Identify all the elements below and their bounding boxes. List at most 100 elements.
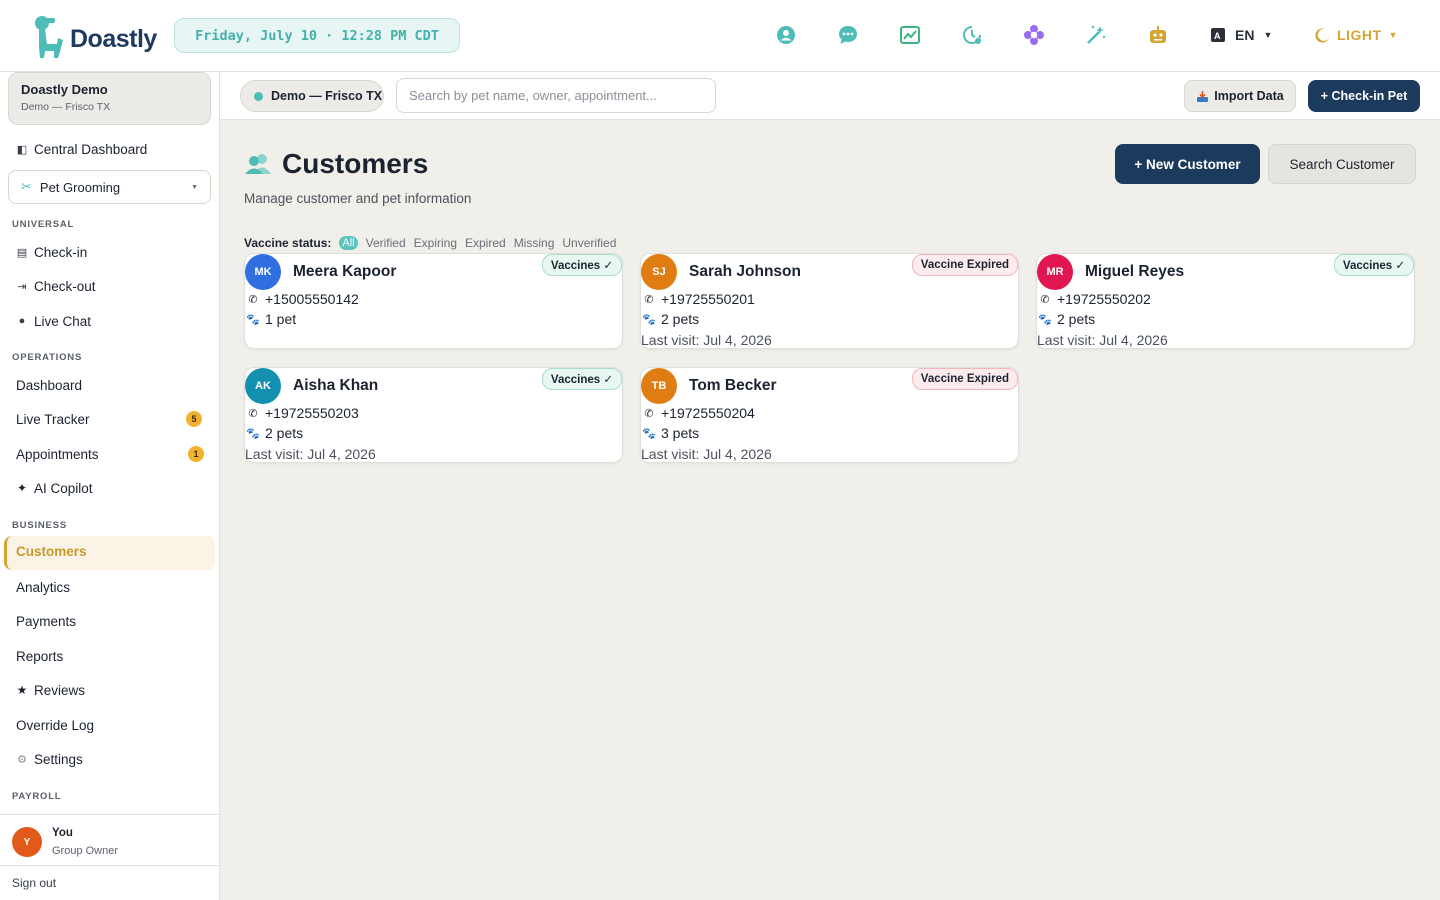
vaccine-filter-unverified[interactable]: Unverified bbox=[562, 236, 616, 250]
clock-icon[interactable] bbox=[960, 23, 984, 47]
chevron-down-icon: ▼ bbox=[1388, 30, 1398, 40]
user-name: You bbox=[52, 827, 73, 839]
sidebar-item-ai-copilot[interactable]: ✦ AI Copilot bbox=[16, 476, 93, 500]
inbox-icon bbox=[1197, 90, 1209, 102]
global-search-input[interactable] bbox=[396, 78, 716, 113]
vaccine-status-badge: Vaccine Expired bbox=[911, 254, 1018, 276]
chat-icon[interactable] bbox=[836, 23, 860, 47]
sidebar-item-label: Settings bbox=[34, 751, 83, 767]
org-card[interactable]: Doastly Demo Demo — Frisco TX bbox=[8, 72, 211, 125]
customer-phone-row: ✆ +15005550142 bbox=[247, 291, 358, 307]
section-label-payroll: PAYROLL bbox=[12, 791, 62, 802]
sidebar-item-label: Analytics bbox=[16, 579, 71, 595]
sidebar-item-label: Check-out bbox=[34, 278, 96, 294]
sign-out-link[interactable]: Sign out bbox=[12, 876, 56, 890]
sidebar: Doastly Demo Demo — Frisco TX ◧ Central … bbox=[0, 72, 220, 900]
sidebar-item-label: Reports bbox=[16, 648, 64, 664]
language-label: EN bbox=[1235, 27, 1255, 43]
flower-icon[interactable] bbox=[1022, 23, 1046, 47]
user-profile[interactable]: Y You Group Owner bbox=[0, 814, 219, 866]
chevron-down-icon: ▼ bbox=[191, 183, 198, 191]
location-selector[interactable]: Demo — Frisco TX bbox=[240, 80, 384, 112]
avatar: TB bbox=[641, 368, 677, 404]
sidebar-item-label: Check-in bbox=[34, 244, 88, 260]
sidebar-item-payments[interactable]: Payments bbox=[16, 609, 76, 633]
customer-phone: +19725550202 bbox=[1057, 291, 1151, 307]
vaccine-filter-expired[interactable]: Expired bbox=[465, 236, 506, 250]
sidebar-item-analytics[interactable]: Analytics bbox=[16, 575, 70, 599]
sidebar-item-settings[interactable]: ⚙ Settings bbox=[16, 747, 83, 771]
customer-card[interactable]: MR Miguel Reyes Vaccines ✓ ✆ +19725550202… bbox=[1036, 253, 1415, 349]
svg-text:A: A bbox=[1214, 31, 1221, 41]
vaccine-filter-missing[interactable]: Missing bbox=[514, 236, 555, 250]
customer-card[interactable]: SJ Sarah Johnson Vaccine Expired ✆ +19725… bbox=[640, 253, 1019, 349]
sparkle-icon: ✦ bbox=[16, 481, 28, 495]
customer-name: Aisha Khan bbox=[293, 377, 379, 394]
customer-phone-row: ✆ +19725550202 bbox=[1039, 291, 1151, 307]
dashboard-icon: ◧ bbox=[16, 143, 28, 156]
search-customer-button[interactable]: Search Customer bbox=[1268, 144, 1416, 184]
support-icon[interactable] bbox=[774, 23, 798, 47]
theme-selector[interactable]: LIGHT ▼ bbox=[1314, 24, 1398, 46]
app-logo[interactable]: Doastly bbox=[30, 14, 157, 58]
customer-pets: 3 pets bbox=[661, 425, 700, 441]
sidebar-item-customers[interactable]: Customers bbox=[16, 544, 87, 559]
customer-pets-row: 🐾 3 pets bbox=[642, 425, 700, 441]
customer-phone: +19725550204 bbox=[661, 405, 755, 421]
vaccine-filter-label: Vaccine status: bbox=[244, 236, 332, 250]
customer-card[interactable]: AK Aisha Khan Vaccines ✓ ✆ +19725550203 🐾… bbox=[244, 367, 623, 463]
new-customer-button[interactable]: + New Customer bbox=[1115, 144, 1260, 184]
avatar: Y bbox=[12, 827, 42, 857]
customer-pets-row: 🐾 2 pets bbox=[246, 425, 304, 441]
sidebar-item-dashboard[interactable]: Dashboard bbox=[16, 373, 82, 397]
dog-logo-icon bbox=[35, 16, 63, 58]
sidebar-item-checkin[interactable]: ▤ Check-in bbox=[16, 240, 87, 264]
language-selector[interactable]: A EN ▼ bbox=[1210, 24, 1272, 46]
import-data-label: Import Data bbox=[1214, 89, 1284, 103]
section-label-operations: OPERATIONS bbox=[12, 352, 83, 363]
sidebar-item-checkout[interactable]: ⇥ Check-out bbox=[16, 274, 96, 298]
sidebar-item-label: Live Chat bbox=[34, 313, 92, 329]
sidebar-item-override-log[interactable]: Override Log bbox=[16, 713, 94, 737]
sidebar-item-reviews[interactable]: ★ Reviews bbox=[16, 678, 85, 702]
location-label: Demo — Frisco TX bbox=[271, 89, 383, 103]
paw-icon: 🐾 bbox=[246, 313, 260, 326]
customers-icon bbox=[245, 154, 271, 174]
vaccine-filter-expiring[interactable]: Expiring bbox=[414, 236, 457, 250]
import-data-button[interactable]: Import Data bbox=[1184, 80, 1296, 112]
sidebar-item-label: Override Log bbox=[16, 717, 95, 733]
service-select-value: Pet Grooming bbox=[39, 179, 121, 195]
customer-pets: 2 pets bbox=[661, 311, 700, 327]
magic-wand-icon[interactable] bbox=[1084, 23, 1108, 47]
sidebar-item-label: Central Dashboard bbox=[34, 141, 148, 157]
vaccine-status-badge: Vaccine Expired bbox=[911, 368, 1018, 390]
sidebar-item-appointments[interactable]: Appointments bbox=[16, 442, 99, 466]
customer-card[interactable]: TB Tom Becker Vaccine Expired ✆ +19725550… bbox=[640, 367, 1019, 463]
translate-icon: A bbox=[1211, 28, 1225, 42]
vaccine-status-badge: Vaccines ✓ bbox=[541, 368, 622, 390]
vaccine-status-badge: Vaccines ✓ bbox=[1333, 254, 1414, 276]
vaccine-filter-all[interactable]: All bbox=[339, 236, 358, 250]
sidebar-item-reports[interactable]: Reports bbox=[16, 644, 63, 668]
vaccine-filter-verified[interactable]: Verified bbox=[366, 236, 406, 250]
robot-icon[interactable] bbox=[1146, 23, 1170, 47]
sidebar-item-label: Dashboard bbox=[16, 377, 83, 393]
page-title-text: Customers bbox=[282, 148, 429, 179]
service-select[interactable]: ✂ Pet Grooming ▼ bbox=[8, 170, 211, 204]
customer-name: Tom Becker bbox=[689, 377, 777, 394]
customer-card[interactable]: MK Meera Kapoor Vaccines ✓ ✆ +15005550142… bbox=[244, 253, 623, 349]
customer-pets: 2 pets bbox=[265, 425, 304, 441]
sidebar-item-live-chat[interactable]: ● Live Chat bbox=[16, 309, 91, 333]
datetime-pill: Friday, July 10 · 12:28 PM CDT bbox=[174, 18, 460, 53]
exit-icon: ⇥ bbox=[17, 280, 27, 293]
check-in-pet-button[interactable]: + Check-in Pet bbox=[1308, 80, 1420, 112]
sidebar-item-central-dashboard[interactable]: ◧ Central Dashboard bbox=[16, 137, 148, 161]
sidebar-item-live-tracker[interactable]: Live Tracker bbox=[16, 407, 90, 431]
chart-icon[interactable] bbox=[898, 23, 922, 47]
customer-phone-row: ✆ +19725550204 bbox=[643, 405, 755, 421]
customer-last-visit: Last visit: Jul 4, 2026 bbox=[245, 446, 376, 462]
sidebar-item-label: AI Copilot bbox=[34, 480, 93, 496]
customer-pets-row: 🐾 2 pets bbox=[642, 311, 700, 327]
status-dot-icon bbox=[254, 91, 263, 101]
customer-name: Miguel Reyes bbox=[1085, 263, 1185, 280]
